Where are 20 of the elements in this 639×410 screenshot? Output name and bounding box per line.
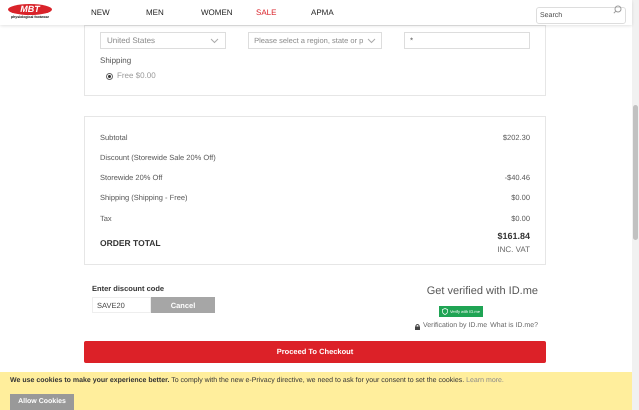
nav-link[interactable]: NEW	[91, 6, 146, 18]
order-total-label: ORDER TOTAL	[100, 236, 161, 250]
nav-link[interactable]: MEN	[146, 6, 201, 18]
idme-heading: Get verified with ID.me	[426, 284, 538, 299]
chevron-icon	[366, 38, 376, 44]
nav-link[interactable]: SALE	[256, 6, 311, 18]
vat-note: INC. VAT	[497, 244, 530, 256]
radio-button[interactable]	[106, 72, 113, 80]
lock-icon	[414, 324, 420, 330]
shipping-label: Shipping	[100, 55, 132, 67]
chevron-icon	[210, 38, 220, 44]
nav-link[interactable]: APMA	[311, 6, 366, 18]
scrollbar-thumb[interactable]	[633, 105, 638, 240]
zip-field[interactable]: *	[404, 32, 530, 49]
search-icon[interactable]	[613, 4, 622, 14]
order-total-value: $161.84	[497, 230, 530, 244]
country-select[interactable]: United States	[100, 32, 226, 49]
shipping-option-label: Free $0.00	[117, 70, 156, 82]
shield-icon	[442, 308, 448, 316]
nav-link[interactable]: WOMEN	[201, 6, 256, 18]
